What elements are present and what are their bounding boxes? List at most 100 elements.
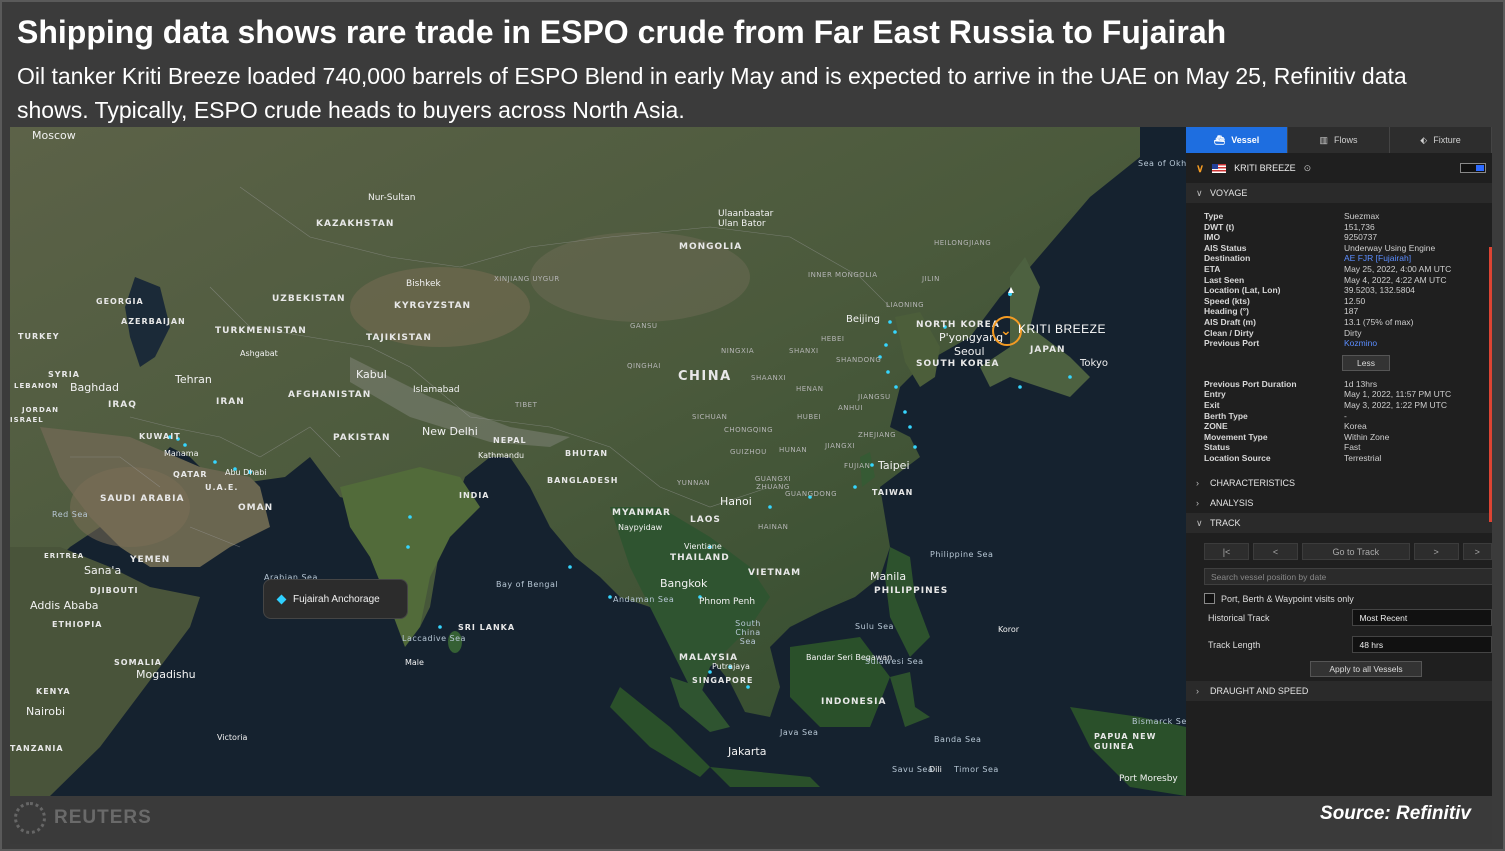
map-label-baghdad: Baghdad (70, 381, 119, 394)
section-draught-label: DRAUGHT AND SPEED (1210, 686, 1309, 697)
section-characteristics[interactable]: › CHARACTERISTICS (1186, 473, 1492, 494)
map-label-north-korea: NORTH KOREA (916, 320, 1000, 330)
map-label-naypyidaw: Naypyidaw (618, 523, 663, 532)
map-label-chongqing: CHONGQING (724, 426, 774, 434)
vessel-position-search[interactable]: Search vessel position by date (1204, 568, 1492, 586)
port-fields: Previous Port Duration 1d 13hrs Entry May … (1186, 379, 1492, 474)
tab-fixture-label: Fixture (1433, 135, 1461, 145)
vessel-name: KRITI BREEZE (1234, 163, 1296, 173)
track-length-label: Track Length (1208, 639, 1261, 650)
track-next-button[interactable]: > (1413, 543, 1459, 561)
apply-all-vessels-button[interactable]: Apply to all Vessels (1310, 661, 1422, 678)
section-track[interactable]: ∨ TRACK (1186, 513, 1492, 534)
section-analysis-label: ANALYSIS (1210, 498, 1254, 509)
section-characteristics-label: CHARACTERISTICS (1210, 478, 1296, 489)
map-label-jiangxi: JIANGXI (825, 442, 855, 450)
field-value: 1d 13hrs (1344, 378, 1378, 389)
map-label-red-sea: Red Sea (52, 510, 89, 519)
map-label-jilin: JILIN (922, 275, 940, 283)
field-key: Destination (1204, 253, 1251, 264)
map-label-manama: Manama (164, 449, 199, 458)
us-flag-icon (1212, 163, 1227, 173)
field-key: DWT (t) (1204, 221, 1235, 232)
map-label-oman: OMAN (238, 503, 274, 513)
field-value: 187 (1344, 306, 1359, 317)
map-label-bay-of-bengal: Bay of Bengal (496, 580, 559, 589)
map-label-yunnan: YUNNAN (677, 479, 710, 487)
map-label-tajikistan: TAJIKISTAN (366, 333, 432, 343)
map-label-ethiopia: ETHIOPIA (52, 620, 103, 629)
field-value: 9250737 (1344, 232, 1378, 243)
historical-track-label: Historical Track (1208, 612, 1270, 623)
map-label-kathmandu: Kathmandu (478, 451, 525, 460)
map-label-tanzania: TANZANIA (10, 744, 64, 753)
map-label-syria: SYRIA (48, 370, 80, 379)
map-label-heilongjiang: HEILONGJIANG (934, 239, 992, 247)
section-voyage[interactable]: ∨ VOYAGE (1186, 183, 1492, 203)
map-label-jiangsu: JIANGSU (858, 393, 891, 401)
tab-vessel[interactable]: ⛴ Vessel (1186, 127, 1288, 153)
field-value: 12.50 (1344, 295, 1366, 306)
field-key: Last Seen (1204, 274, 1245, 285)
map-label-saudi-arabia: SAUDI ARABIA (100, 494, 185, 504)
field-key: Exit (1204, 399, 1220, 410)
satellite-map[interactable]: Moscow Nur-Sultan Ulaanbaatar Ulan Bator… (10, 127, 1186, 796)
track-prev-button[interactable]: < (1253, 543, 1299, 561)
map-label-bangkok: Bangkok (660, 577, 708, 590)
port-visits-checkbox-row[interactable]: Port, Berth & Waypoint visits only (1186, 585, 1492, 605)
field-value: Dirty (1344, 327, 1362, 338)
map-label-turkey: TURKEY (18, 332, 60, 341)
map-label-guizhou: GUIZHOU (730, 448, 767, 456)
destination-link[interactable]: AE FJR [Fujairah] (1344, 253, 1492, 264)
vessel-panel: ⛴ Vessel ▥ Flows ⬖ Fixture ∨ KRITI BREEZ… (1186, 127, 1492, 796)
map-label-iran: IRAN (216, 397, 245, 407)
section-draught-speed[interactable]: › DRAUGHT AND SPEED (1186, 681, 1492, 702)
vessel-type-chevron-icon: ∨ (1196, 162, 1205, 175)
track-length-select[interactable]: 48 hrs (1352, 636, 1492, 654)
field-key: AIS Draft (m) (1204, 316, 1256, 327)
tab-flows[interactable]: ▥ Flows (1288, 127, 1390, 153)
field-key: Speed (kts) (1204, 295, 1250, 306)
map-label-putrajaya: Putrajaya (712, 662, 750, 671)
vessel-chevron-icon: ⌄ (1000, 322, 1012, 338)
vessel-visibility-toggle[interactable] (1460, 163, 1486, 173)
go-to-track-button[interactable]: Go to Track (1302, 543, 1410, 561)
previous-port-link[interactable]: Kozmino (1344, 338, 1492, 349)
track-last-button[interactable]: > (1462, 543, 1492, 561)
panel-scrollbar[interactable] (1489, 247, 1492, 522)
map-label-moscow: Moscow (32, 129, 76, 142)
section-track-label: TRACK (1210, 518, 1241, 529)
reuters-wordmark: REUTERS (54, 807, 152, 828)
fujairah-anchorage-tooltip[interactable]: Fujairah Anchorage (263, 579, 408, 619)
map-label-thailand: THAILAND (670, 553, 730, 563)
map-label-phnom-penh: Phnom Penh (699, 597, 756, 607)
section-analysis[interactable]: › ANALYSIS (1186, 493, 1492, 514)
vessel-header[interactable]: ∨ KRITI BREEZE ⊙ (1186, 153, 1492, 183)
map-label-philippine-sea: Philippine Sea (930, 550, 994, 559)
pin-icon[interactable]: ⊙ (1304, 163, 1312, 174)
map-label-manila: Manila (870, 570, 907, 583)
map-label-turkmenistan: TURKMENISTAN (215, 326, 307, 336)
map-label-laccadive-sea: Laccadive Sea (402, 634, 466, 643)
tab-fixture[interactable]: ⬖ Fixture (1390, 127, 1492, 153)
port-visits-checkbox[interactable] (1204, 593, 1215, 605)
less-button[interactable]: Less (1342, 354, 1390, 371)
field-key: Heading (°) (1204, 306, 1249, 317)
reuters-watermark: REUTERS (14, 802, 152, 834)
field-value: Within Zone (1344, 431, 1390, 442)
map-label-beijing: Beijing (846, 314, 881, 325)
map-label-sanaa: Sana'a (84, 564, 122, 577)
tab-flows-label: Flows (1334, 135, 1358, 145)
map-label-kuwait: KUWAIT (139, 432, 181, 441)
field-value: May 25, 2022, 4:00 AM UTC (1344, 263, 1452, 274)
field-value: Korea (1344, 421, 1367, 432)
historical-track-select[interactable]: Most Recent (1352, 609, 1492, 627)
chevron-down-icon: ∨ (1196, 187, 1203, 198)
track-first-button[interactable]: |< (1204, 543, 1250, 561)
chevron-right-icon: › (1196, 686, 1199, 697)
map-label-male: Male (405, 658, 424, 667)
field-value: - (1344, 410, 1347, 421)
field-key: AIS Status (1204, 242, 1247, 253)
map-label-bhutan: BHUTAN (565, 449, 609, 458)
field-value: Terrestrial (1344, 452, 1382, 463)
